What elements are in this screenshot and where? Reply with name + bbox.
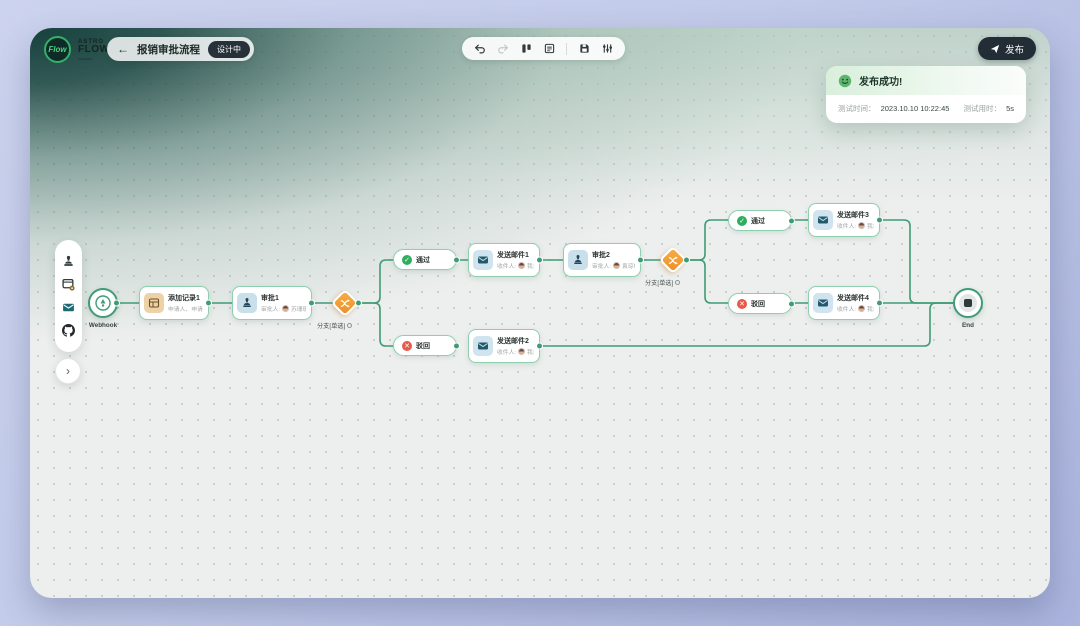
approval-stamp-icon <box>237 293 257 313</box>
info-circle-icon <box>675 280 680 285</box>
node-approval-1[interactable]: 审批1 审批人: 苏珊珊 <box>232 286 312 320</box>
smiley-icon <box>838 74 852 88</box>
save-icon[interactable] <box>578 43 590 55</box>
end-label: End <box>938 322 998 329</box>
end-node[interactable] <box>953 288 983 318</box>
chevron-right-icon: › <box>66 364 70 378</box>
x-icon: ✕ <box>737 299 747 309</box>
node-approval-2[interactable]: 审批2 审批人: 袁琼帆 <box>563 243 641 277</box>
approval-stamp-icon[interactable] <box>62 255 76 269</box>
person-name: 我自己 <box>527 261 534 270</box>
approval-stamp-icon <box>568 250 588 270</box>
app-window: Webhook 添加记录1 申请人、申请资金 审批1 审批人: 苏珊珊 <box>30 28 1050 598</box>
node-title: 审批1 <box>261 293 306 303</box>
page-title: 报销审批流程 <box>137 42 200 57</box>
role-label: 审批人: <box>261 304 280 313</box>
person-name: 袁琼帆 <box>622 261 635 270</box>
pill-pass-2[interactable]: ✓ 通过 <box>728 210 792 231</box>
sliders-icon[interactable] <box>601 43 613 55</box>
branch-1-label: 分支[单选] <box>317 321 352 330</box>
avatar <box>518 348 525 355</box>
person-name: 我自己 <box>867 221 874 230</box>
role-label: 收件人: <box>837 304 856 313</box>
x-icon: ✕ <box>402 341 412 351</box>
node-palette <box>55 240 82 352</box>
publish-button[interactable]: 发布 <box>978 37 1036 60</box>
avatar <box>518 262 525 269</box>
role-label: 收件人: <box>497 261 516 270</box>
pill-reject-1[interactable]: ✕ 驳回 <box>393 335 457 356</box>
branch-2-label: 分支[单选] <box>645 278 680 287</box>
branch-node-1[interactable] <box>332 290 358 316</box>
webhook-label: Webhook <box>73 322 133 329</box>
person-name: 我自己 <box>867 304 874 313</box>
node-title: 发送邮件3 <box>837 210 874 220</box>
notes-icon[interactable] <box>543 43 555 55</box>
check-icon: ✓ <box>737 216 747 226</box>
undo-icon[interactable] <box>474 43 486 55</box>
node-title: 发送邮件4 <box>837 293 874 303</box>
github-icon[interactable] <box>62 323 76 337</box>
test-time-value: 2023.10.10 10:22:45 <box>881 104 950 113</box>
mail-icon <box>813 210 833 230</box>
redo-icon[interactable] <box>497 43 509 55</box>
toast-body: 测试时间： 2023.10.10 10:22:45 测试用时： 5s <box>826 95 1026 123</box>
toast-title: 发布成功! <box>859 73 902 88</box>
node-mail-1[interactable]: 发送邮件1 收件人: 我自己 <box>468 243 540 277</box>
title-pill: ← 报销审批流程 设计中 <box>107 37 254 61</box>
role-label: 审批人: <box>592 261 611 270</box>
brand-text: ASTRO FLOW <box>78 39 109 60</box>
brand-mark <box>78 58 92 60</box>
node-title: 发送邮件1 <box>497 250 534 260</box>
toast-header: 发布成功! <box>826 66 1026 95</box>
node-title: 添加记录1 <box>168 293 203 303</box>
send-icon <box>990 44 1000 54</box>
check-icon: ✓ <box>402 255 412 265</box>
canvas-toolbar <box>462 37 625 60</box>
pill-pass-1[interactable]: ✓ 通过 <box>393 249 457 270</box>
back-button[interactable]: ← <box>117 42 129 56</box>
stop-icon <box>959 294 977 312</box>
avatar <box>858 222 865 229</box>
mail-icon <box>473 250 493 270</box>
duration-label: 测试用时： <box>963 104 1001 113</box>
duration-value: 5s <box>1006 104 1014 113</box>
palette-expand-button[interactable]: › <box>55 358 81 384</box>
role-label: 收件人: <box>837 221 856 230</box>
mail-icon <box>813 293 833 313</box>
shuffle-icon <box>660 247 686 273</box>
node-subtitle: 申请人、申请资金 <box>168 304 203 313</box>
status-badge: 设计中 <box>208 41 250 58</box>
flow-logo-icon: Flow <box>44 36 71 63</box>
node-title: 审批2 <box>592 250 635 260</box>
mail-icon[interactable] <box>62 300 76 314</box>
person-name: 苏珊珊 <box>291 304 306 313</box>
pill-reject-2[interactable]: ✕ 驳回 <box>728 293 792 314</box>
board-icon[interactable] <box>520 43 532 55</box>
shuffle-icon <box>332 290 358 316</box>
role-label: 收件人: <box>497 347 516 356</box>
webhook-start-node[interactable] <box>88 288 118 318</box>
mail-icon <box>473 336 493 356</box>
record-icon <box>144 293 164 313</box>
branch-node-2[interactable] <box>660 247 686 273</box>
person-name: 我自己 <box>527 347 534 356</box>
node-mail-3[interactable]: 发送邮件3 收件人: 我自己 <box>808 203 880 237</box>
node-mail-2[interactable]: 发送邮件2 收件人: 我自己 <box>468 329 540 363</box>
avatar <box>613 262 620 269</box>
test-time-label: 测试时间： <box>838 104 876 113</box>
webhook-icon <box>94 294 112 312</box>
info-circle-icon <box>347 323 352 328</box>
node-title: 发送邮件2 <box>497 336 534 346</box>
toolbar-divider <box>566 43 567 55</box>
app-window-icon[interactable] <box>62 278 76 292</box>
node-add-record[interactable]: 添加记录1 申请人、申请资金 <box>139 286 209 320</box>
app-logo[interactable]: Flow ASTRO FLOW <box>44 36 109 63</box>
publish-success-toast: 发布成功! 测试时间： 2023.10.10 10:22:45 测试用时： 5s <box>826 66 1026 123</box>
node-mail-4[interactable]: 发送邮件4 收件人: 我自己 <box>808 286 880 320</box>
avatar <box>282 305 289 312</box>
avatar <box>858 305 865 312</box>
